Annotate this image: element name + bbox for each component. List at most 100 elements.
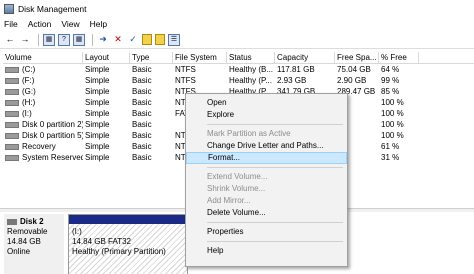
disk-label[interactable]: Disk 2 Removable 14.84 GB Online bbox=[4, 214, 64, 274]
menu-file[interactable]: File bbox=[4, 19, 18, 29]
new-icon[interactable] bbox=[155, 34, 165, 45]
cell-percent-free: 100 % bbox=[381, 109, 404, 118]
menu-separator bbox=[207, 222, 343, 223]
cell-percent-free: 85 % bbox=[381, 87, 400, 96]
volume-name: (C:) bbox=[22, 65, 36, 74]
partition-info: (I:) 14.84 GB FAT32 Healthy (Primary Par… bbox=[69, 224, 187, 274]
menu-item-open[interactable]: Open bbox=[186, 97, 347, 109]
cell-type: Basic bbox=[132, 120, 152, 129]
forward-icon[interactable]: → bbox=[19, 34, 31, 46]
cell-volume: Recovery bbox=[3, 141, 83, 152]
cell-volume: System Reserved (... bbox=[3, 152, 83, 163]
volume-icon bbox=[5, 110, 19, 117]
menu-item-add-mirror: Add Mirror... bbox=[207, 196, 251, 205]
volume-name: Disk 0 partition 2) bbox=[22, 120, 83, 129]
volume-icon bbox=[5, 66, 19, 73]
menu-item-format[interactable]: Format... bbox=[186, 152, 347, 164]
disk-management-icon bbox=[4, 3, 14, 14]
header-capacity[interactable]: Capacity bbox=[275, 52, 335, 63]
menu-item-explore[interactable]: Explore bbox=[186, 109, 347, 121]
cell-capacity: 117.81 GB bbox=[277, 65, 315, 74]
disk-size: 14.84 GB bbox=[7, 237, 41, 246]
cell-percent-free: 64 % bbox=[381, 65, 400, 74]
cell-layout: Simple bbox=[85, 109, 110, 118]
help-icon[interactable]: ? bbox=[58, 33, 70, 46]
menu-action[interactable]: Action bbox=[28, 19, 52, 29]
menu-separator bbox=[207, 241, 343, 242]
check-icon[interactable]: ✓ bbox=[127, 34, 139, 46]
menu-item-change-drive-letter-and-paths[interactable]: Change Drive Letter and Paths... bbox=[186, 140, 347, 152]
cell-layout: Simple bbox=[85, 98, 110, 107]
header-file-system[interactable]: File System bbox=[173, 52, 227, 63]
cell-volume: (H:) bbox=[3, 97, 83, 108]
partition-status: Healthy (Primary Partition) bbox=[72, 247, 166, 256]
cell-capacity: 2.93 GB bbox=[277, 76, 307, 85]
cell-layout: Simple bbox=[85, 120, 110, 129]
cell-percent-free: 100 % bbox=[381, 131, 404, 140]
volume-name: (G:) bbox=[22, 87, 36, 96]
menu-item-shrink-volume: Shrink Volume... bbox=[207, 184, 266, 193]
column-headers: Volume Layout Type File System Status Ca… bbox=[3, 52, 474, 64]
partition-size-fs: 14.84 GB FAT32 bbox=[72, 237, 131, 246]
toolbar-separator bbox=[92, 33, 93, 46]
view-icon[interactable]: ▦ bbox=[73, 33, 85, 46]
cell-type: Basic bbox=[132, 142, 152, 151]
cell-free-space: 75.04 GB bbox=[337, 65, 371, 74]
volume-icon bbox=[5, 99, 19, 106]
menu-item-mark-partition-as-active: Mark Partition as Active bbox=[207, 129, 291, 138]
list-icon[interactable]: ☰ bbox=[168, 33, 180, 46]
header-percent-free[interactable]: % Free bbox=[379, 52, 419, 63]
back-icon[interactable]: ← bbox=[4, 34, 16, 46]
cell-status: Healthy (P... bbox=[229, 76, 272, 85]
menu-item-properties[interactable]: Properties bbox=[186, 226, 347, 238]
cell-type: Basic bbox=[132, 153, 152, 162]
connect-icon[interactable]: ➜ bbox=[97, 34, 109, 46]
cell-percent-free: 100 % bbox=[381, 120, 404, 129]
menu-bar: File Action View Help bbox=[0, 17, 474, 31]
cell-volume: (I:) bbox=[3, 108, 83, 119]
cell-percent-free: 61 % bbox=[381, 142, 400, 151]
window-title: Disk Management bbox=[18, 3, 87, 14]
volume-icon bbox=[5, 154, 19, 161]
cell-volume: Disk 0 partition 2) bbox=[3, 119, 83, 130]
title-bar: Disk Management bbox=[0, 0, 474, 17]
menu-help[interactable]: Help bbox=[90, 19, 107, 29]
toolbar-separator bbox=[38, 33, 39, 46]
toolbar: ← → ▦ ? ▦ ➜ ✕ ✓ ☰ bbox=[0, 31, 474, 49]
folder-icon[interactable] bbox=[142, 34, 152, 45]
menu-item-delete-volume[interactable]: Delete Volume... bbox=[186, 207, 347, 219]
table-row[interactable]: (C:) Simple Basic NTFS Healthy (B... 117.81 G… bbox=[3, 64, 474, 75]
volume-name: Disk 0 partition 5) bbox=[22, 131, 83, 140]
disk-kind: Removable bbox=[7, 227, 48, 236]
properties-icon[interactable]: ▦ bbox=[43, 33, 55, 46]
header-free-space[interactable]: Free Spa... bbox=[335, 52, 379, 63]
disk-status: Online bbox=[7, 247, 31, 256]
header-volume[interactable]: Volume bbox=[3, 52, 83, 63]
delete-icon[interactable]: ✕ bbox=[112, 34, 124, 46]
menu-item-help[interactable]: Help bbox=[186, 245, 347, 257]
disk-name: Disk 2 bbox=[7, 217, 61, 227]
cell-type: Basic bbox=[132, 87, 152, 96]
partition-label: (I:) bbox=[72, 227, 82, 236]
menu-view[interactable]: View bbox=[61, 19, 79, 29]
cell-volume: (C:) bbox=[3, 64, 83, 75]
volume-name: System Reserved (... bbox=[22, 153, 83, 162]
header-status[interactable]: Status bbox=[227, 52, 275, 63]
header-layout[interactable]: Layout bbox=[83, 52, 130, 63]
cell-type: Basic bbox=[132, 98, 152, 107]
menu-item-extend-volume: Extend Volume... bbox=[207, 172, 268, 181]
cell-volume: Disk 0 partition 5) bbox=[3, 130, 83, 141]
volume-name: (F:) bbox=[22, 76, 35, 85]
cell-layout: Simple bbox=[85, 142, 110, 151]
table-row[interactable]: (F:) Simple Basic NTFS Healthy (P... 2.93 GB 2… bbox=[3, 75, 474, 86]
partition-block[interactable]: (I:) 14.84 GB FAT32 Healthy (Primary Par… bbox=[68, 214, 188, 274]
cell-percent-free: 31 % bbox=[381, 153, 400, 162]
cell-layout: Simple bbox=[85, 65, 110, 74]
cell-layout: Simple bbox=[85, 153, 110, 162]
context-menu: Open Explore Mark Partition as Active Chang… bbox=[185, 93, 348, 267]
header-type[interactable]: Type bbox=[130, 52, 173, 63]
cell-volume: (G:) bbox=[3, 86, 83, 97]
volume-icon bbox=[5, 77, 19, 84]
cell-file-system: NTFS bbox=[175, 76, 196, 85]
cell-type: Basic bbox=[132, 131, 152, 140]
